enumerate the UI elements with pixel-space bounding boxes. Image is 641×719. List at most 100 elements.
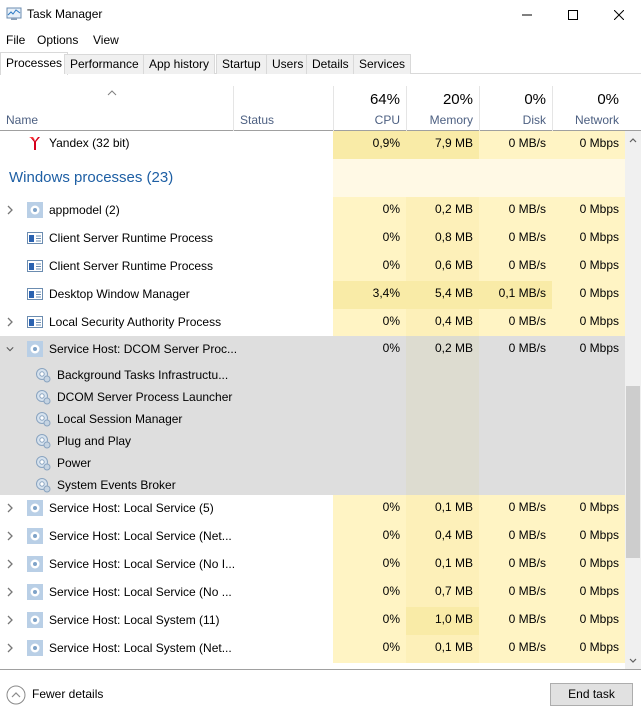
window-icon <box>27 232 43 244</box>
service-gear-icon <box>36 478 51 493</box>
process-row[interactable]: Service Host: Local Service (No ... 0% 0,7… <box>0 579 625 607</box>
network-label: Network <box>574 113 619 127</box>
process-row[interactable]: Client Server Runtime Process 0% 0,8 MB 0 M… <box>0 225 625 253</box>
menu-options[interactable]: Options <box>37 33 78 47</box>
fewer-details-link[interactable]: Fewer details <box>32 687 103 701</box>
memory-value: 1,0 MB <box>406 607 479 635</box>
process-name: Local Security Authority Process <box>49 315 222 329</box>
memory-value: 5,4 MB <box>406 281 479 309</box>
memory-value: 0,1 MB <box>406 551 479 579</box>
process-row[interactable]: Service Host: Local Service (Net... 0% 0,4… <box>0 523 625 551</box>
tab-performance[interactable]: Performance <box>64 54 145 74</box>
service-row[interactable]: System Events Broker <box>0 474 625 496</box>
scroll-up-button[interactable] <box>625 131 641 148</box>
disk-value: 0 MB/s <box>479 523 552 551</box>
column-disk[interactable]: 0% Disk <box>479 86 552 131</box>
cpu-value: 0% <box>333 551 406 579</box>
process-row[interactable]: Service Host: Local Service (5) 0% 0,1 MB 0… <box>0 495 625 523</box>
process-row[interactable]: Service Host: Local System (Net... 0% 0,1 … <box>0 635 625 663</box>
service-gear-icon <box>36 456 51 471</box>
tab-details[interactable]: Details <box>306 54 355 74</box>
chevron-right-icon[interactable] <box>6 587 14 597</box>
end-task-button[interactable]: End task <box>550 683 633 706</box>
chevron-right-icon[interactable] <box>6 643 14 653</box>
process-row[interactable]: Desktop Window Manager 3,4% 5,4 MB 0,1 MB/s… <box>0 281 625 309</box>
task-manager-app-icon <box>6 7 22 20</box>
service-name: DCOM Server Process Launcher <box>57 390 233 404</box>
maximize-button[interactable] <box>550 0 596 30</box>
service-row[interactable]: DCOM Server Process Launcher <box>0 386 625 408</box>
chevron-up-icon <box>629 137 637 142</box>
service-row[interactable]: Background Tasks Infrastructu... <box>0 364 625 386</box>
tab-startup[interactable]: Startup <box>216 54 267 74</box>
process-row[interactable]: Local Security Authority Process 0% 0,4 MB… <box>0 309 625 337</box>
network-value: 0 Mbps <box>552 579 625 607</box>
column-network[interactable]: 0% Network <box>552 86 625 131</box>
cpu-value: 0% <box>333 635 406 663</box>
expanded-process-group[interactable]: Service Host: DCOM Server Proc... 0% 0,2… <box>0 336 625 495</box>
vertical-scrollbar[interactable] <box>625 131 641 669</box>
chevron-down-icon[interactable] <box>6 344 14 354</box>
window-icon <box>27 260 43 272</box>
process-row-yandex[interactable]: Yandex (32 bit) 0,9% 7,9 MB 0 MB/s 0 Mbp… <box>0 131 625 159</box>
scroll-down-button[interactable] <box>625 652 641 669</box>
memory-total: 20% <box>442 91 473 108</box>
cpu-value: 0% <box>333 607 406 635</box>
close-button[interactable] <box>596 0 641 30</box>
process-row[interactable]: Service Host: Local System (11) 0% 1,0 MB 0… <box>0 607 625 635</box>
disk-total: 0% <box>524 91 546 108</box>
column-cpu[interactable]: 64% CPU <box>333 86 406 131</box>
memory-value: 0,1 MB <box>406 495 479 523</box>
menu-view[interactable]: View <box>93 33 119 47</box>
chevron-right-icon[interactable] <box>6 205 14 215</box>
minimize-button[interactable] <box>504 0 550 30</box>
tab-app-history[interactable]: App history <box>143 54 216 74</box>
disk-value: 0 MB/s <box>479 551 552 579</box>
scrollbar-thumb[interactable] <box>626 386 640 558</box>
tab-processes[interactable]: Processes <box>0 52 69 75</box>
tab-users[interactable]: Users <box>266 54 310 74</box>
service-gear-icon <box>36 434 51 449</box>
group-header-windows-processes[interactable]: Windows processes (23) <box>0 159 625 197</box>
gear-icon <box>27 640 43 656</box>
column-name[interactable]: Name <box>6 113 38 127</box>
memory-value: 0,1 MB <box>406 635 479 663</box>
chevron-right-icon[interactable] <box>6 615 14 625</box>
tab-services[interactable]: Services <box>353 54 412 74</box>
process-row[interactable]: Service Host: Local Service (No I... 0% 0,… <box>0 551 625 579</box>
menu-file[interactable]: File <box>6 33 25 47</box>
cpu-value: 0% <box>333 225 406 253</box>
cpu-total: 64% <box>369 91 400 108</box>
memory-value: 0,8 MB <box>406 225 479 253</box>
collapse-circle-icon[interactable] <box>6 685 26 705</box>
chevron-right-icon[interactable] <box>6 317 14 327</box>
chevron-right-icon[interactable] <box>6 559 14 569</box>
chevron-right-icon[interactable] <box>6 531 14 541</box>
network-value: 0 Mbps <box>552 495 625 523</box>
service-row[interactable]: Plug and Play <box>0 430 625 452</box>
process-name: Service Host: Local System (Net... <box>49 641 232 655</box>
tab-bar: Processes Performance App history Startu… <box>0 52 641 75</box>
service-name: System Events Broker <box>57 478 176 492</box>
process-row[interactable]: Client Server Runtime Process 0% 0,6 MB 0 M… <box>0 253 625 281</box>
network-value: 0 Mbps <box>552 253 625 281</box>
disk-label: Disk <box>522 113 546 127</box>
service-name: Plug and Play <box>57 434 132 448</box>
service-row[interactable]: Power <box>0 452 625 474</box>
process-name: Service Host: Local Service (Net... <box>49 529 232 543</box>
network-value: 0 Mbps <box>552 197 625 225</box>
process-row[interactable]: appmodel (2) 0% 0,2 MB 0 MB/s 0 Mbps <box>0 197 625 225</box>
window-icon <box>27 316 43 328</box>
chevron-right-icon[interactable] <box>6 503 14 513</box>
service-row[interactable]: Local Session Manager <box>0 408 625 430</box>
memory-value: 0,6 MB <box>406 253 479 281</box>
process-row-dcom[interactable]: Service Host: DCOM Server Proc... 0% 0,2… <box>0 336 625 364</box>
gear-icon <box>27 500 43 516</box>
disk-value: 0 MB/s <box>479 635 552 663</box>
disk-value: 0 MB/s <box>479 495 552 523</box>
column-status[interactable]: Status <box>233 86 333 131</box>
column-memory[interactable]: 20% Memory <box>406 86 479 131</box>
minimize-icon <box>522 14 532 16</box>
service-name: Local Session Manager <box>57 412 183 426</box>
chevron-down-icon <box>629 658 637 663</box>
